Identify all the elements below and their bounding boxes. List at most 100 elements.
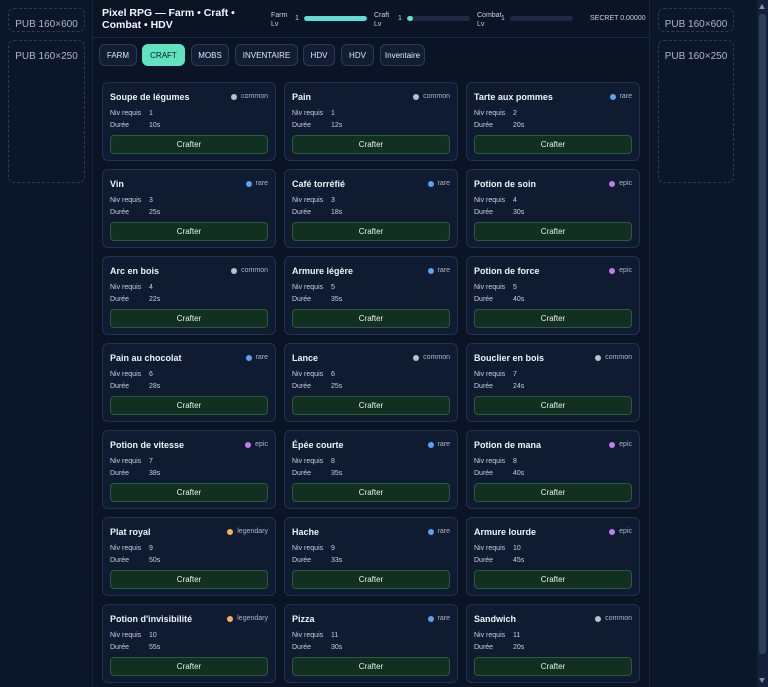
- craft-button[interactable]: Crafter: [474, 396, 632, 415]
- craft-button[interactable]: Crafter: [292, 135, 450, 154]
- duration-row: Durée 30s: [474, 209, 524, 216]
- rarity-dot-icon: [413, 354, 420, 361]
- recipe-card: Potion de force epic Niv requis 5 Durée 40s Cr…: [466, 256, 640, 335]
- duration-value: 35s: [331, 296, 343, 303]
- duration-label: Durée: [110, 122, 130, 129]
- recipe-name: Vin: [110, 179, 124, 189]
- craft-button[interactable]: Crafter: [474, 657, 632, 676]
- required-level-label: Niv requis: [474, 545, 506, 552]
- required-level-label: Niv requis: [292, 371, 324, 378]
- required-level-value: 8: [513, 458, 517, 465]
- required-level-value: 4: [149, 284, 153, 291]
- required-level-row: Niv requis 3: [110, 197, 153, 204]
- required-level-label: Niv requis: [110, 197, 142, 204]
- required-level-value: 11: [331, 632, 339, 639]
- rarity-label: common: [241, 267, 268, 274]
- combat-progress-bar: [510, 16, 573, 21]
- recipe-card: Potion d'invisibilité legendary Niv requis…: [102, 604, 276, 683]
- combat-level-label: Combat Lv: [477, 12, 502, 28]
- duration-row: Durée 12s: [292, 122, 342, 129]
- craft-button[interactable]: Crafter: [110, 135, 268, 154]
- duration-label: Durée: [292, 644, 312, 651]
- tab-hdv[interactable]: HDV: [303, 44, 335, 66]
- craft-button[interactable]: Crafter: [292, 309, 450, 328]
- required-level-row: Niv requis 6: [292, 371, 335, 378]
- craft-button[interactable]: Crafter: [110, 483, 268, 502]
- rarity-badge: common: [231, 93, 268, 100]
- required-level-value: 1: [331, 110, 335, 117]
- tab-inventaire-2[interactable]: Inventaire: [380, 44, 425, 66]
- rarity-label: epic: [619, 267, 632, 274]
- required-level-label: Niv requis: [292, 632, 324, 639]
- required-level-row: Niv requis 10: [110, 632, 157, 639]
- duration-row: Durée 50s: [110, 557, 160, 564]
- required-level-label: Niv requis: [110, 371, 142, 378]
- duration-value: 10s: [149, 122, 161, 129]
- page-scrollbar[interactable]: [757, 0, 768, 687]
- required-level-value: 5: [331, 284, 335, 291]
- rarity-badge: common: [231, 267, 268, 274]
- scrollbar-thumb[interactable]: [759, 14, 766, 654]
- craft-button[interactable]: Crafter: [474, 483, 632, 502]
- craft-button[interactable]: Crafter: [292, 396, 450, 415]
- duration-label: Durée: [110, 470, 130, 477]
- rarity-label: rare: [255, 180, 268, 187]
- rarity-badge: epic: [245, 441, 268, 448]
- required-level-row: Niv requis 3: [292, 197, 335, 204]
- craft-button[interactable]: Crafter: [292, 657, 450, 676]
- craft-button[interactable]: Crafter: [474, 135, 632, 154]
- duration-row: Durée 38s: [110, 470, 160, 477]
- tab-inventaire[interactable]: INVENTAIRE: [235, 44, 298, 66]
- duration-row: Durée 45s: [474, 557, 524, 564]
- recipe-name: Sandwich: [474, 614, 517, 624]
- craft-button[interactable]: Crafter: [292, 570, 450, 589]
- craft-button[interactable]: Crafter: [474, 309, 632, 328]
- duration-value: 24s: [513, 383, 525, 390]
- required-level-value: 2: [513, 110, 517, 117]
- rarity-badge: rare: [427, 441, 450, 448]
- craft-button[interactable]: Crafter: [110, 657, 268, 676]
- craft-button[interactable]: Crafter: [474, 222, 632, 241]
- farm-progress-fill: [304, 16, 367, 21]
- recipe-name: Potion de force: [474, 266, 540, 276]
- craft-button[interactable]: Crafter: [110, 222, 268, 241]
- recipe-name: Armure lourde: [474, 527, 537, 537]
- duration-row: Durée 33s: [292, 557, 342, 564]
- rarity-dot-icon: [413, 93, 420, 100]
- duration-label: Durée: [474, 644, 494, 651]
- rarity-badge: rare: [427, 528, 450, 535]
- tab-farm[interactable]: FARM: [99, 44, 137, 66]
- tab-craft[interactable]: CRAFT: [142, 44, 185, 66]
- rarity-dot-icon: [609, 267, 616, 274]
- scroll-down-icon[interactable]: [759, 678, 765, 683]
- craft-button[interactable]: Crafter: [110, 309, 268, 328]
- rarity-dot-icon: [609, 528, 616, 535]
- rarity-label: common: [605, 615, 632, 622]
- craft-button[interactable]: Crafter: [110, 396, 268, 415]
- scroll-up-icon[interactable]: [759, 4, 765, 9]
- farm-level-label: Farm Lv: [271, 12, 288, 28]
- duration-row: Durée 20s: [474, 644, 524, 651]
- duration-row: Durée 25s: [110, 209, 160, 216]
- duration-value: 40s: [513, 470, 525, 477]
- craft-button[interactable]: Crafter: [474, 570, 632, 589]
- duration-value: 50s: [149, 557, 161, 564]
- craft-button[interactable]: Crafter: [292, 483, 450, 502]
- duration-row: Durée 30s: [292, 644, 342, 651]
- rarity-dot-icon: [427, 615, 434, 622]
- craft-button[interactable]: Crafter: [292, 222, 450, 241]
- duration-row: Durée 35s: [292, 470, 342, 477]
- craft-button[interactable]: Crafter: [110, 570, 268, 589]
- duration-label: Durée: [474, 209, 494, 216]
- duration-value: 22s: [149, 296, 161, 303]
- rarity-label: common: [423, 93, 450, 100]
- duration-label: Durée: [110, 557, 130, 564]
- recipe-card: Potion de mana epic Niv requis 8 Durée 40s Cra…: [466, 430, 640, 509]
- duration-row: Durée 28s: [110, 383, 160, 390]
- duration-value: 20s: [513, 644, 525, 651]
- rarity-badge: epic: [609, 528, 632, 535]
- tab-hdv-2[interactable]: HDV: [341, 44, 374, 66]
- tab-mobs[interactable]: MOBS: [191, 44, 229, 66]
- duration-row: Durée 40s: [474, 470, 524, 477]
- required-level-value: 9: [331, 545, 335, 552]
